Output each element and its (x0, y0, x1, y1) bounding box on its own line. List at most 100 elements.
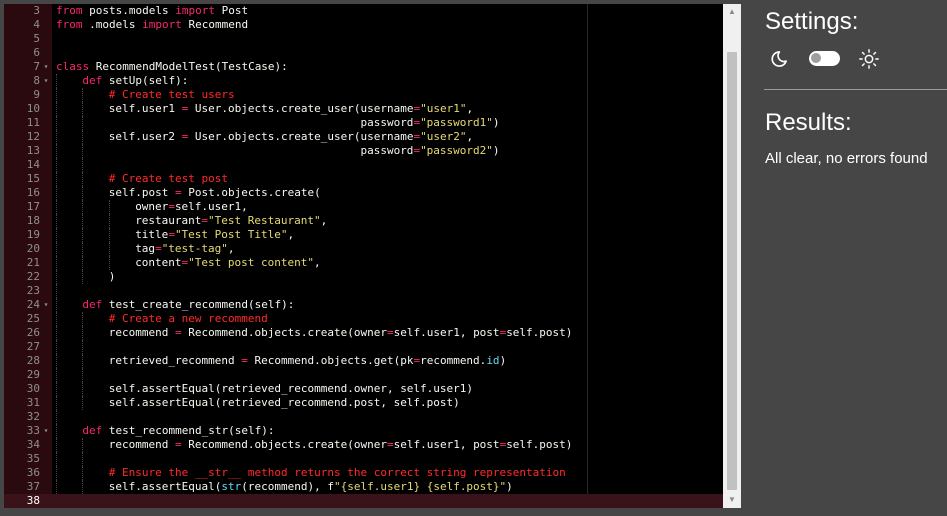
code-line[interactable]: 29 (4, 368, 723, 382)
indent-guide (82, 88, 84, 102)
indent-guide (82, 368, 84, 382)
code-text: recommend = Recommend.objects.create(own… (109, 438, 573, 452)
code-line[interactable]: 21 content="Test post content", (4, 256, 723, 270)
code-line[interactable]: 20 tag="test-tag", (4, 242, 723, 256)
indent-guide (56, 298, 57, 312)
indent-guide (108, 256, 110, 270)
code-line[interactable]: 9 # Create test users (4, 88, 723, 102)
code-line[interactable]: 11 password="password1") (4, 116, 723, 130)
indent-guide (82, 228, 84, 242)
line-number: 18 (26, 214, 40, 227)
code-text: self.user2 = User.objects.create_user(us… (109, 130, 473, 144)
toggle-knob (811, 53, 821, 63)
code-token: self.user1, post (393, 438, 500, 451)
code-token: "Test post content" (188, 256, 315, 269)
fold-arrow-icon[interactable]: ▾ (42, 60, 50, 74)
scroll-thumb[interactable] (727, 52, 737, 490)
code-token: def (82, 298, 103, 311)
code-line[interactable]: 35 (4, 452, 723, 466)
indent-guide (56, 410, 57, 424)
code-line[interactable]: 4 from .models import Recommend (4, 18, 723, 32)
code-editor[interactable]: 3 from posts.models import Post 4 from .mod… (4, 4, 723, 508)
code-line[interactable]: 28 retrieved_recommend = Recommend.object… (4, 354, 723, 368)
indent-guide (82, 326, 84, 340)
line-number: 33 (26, 424, 40, 437)
code-line[interactable]: 14 (4, 158, 723, 172)
code-line[interactable]: 8 ▾ def setUp(self): (4, 74, 723, 88)
line-number: 23 (26, 284, 40, 297)
indent-guide (56, 466, 57, 480)
code-token: ) (108, 270, 116, 283)
indent-guide (56, 284, 57, 298)
scroll-up-arrow-icon[interactable]: ▲ (723, 4, 741, 20)
code-line[interactable]: 36 # Ensure the __str__ method returns th… (4, 466, 723, 480)
code-line[interactable]: 26 recommend = Recommend.objects.create(o… (4, 326, 723, 340)
code-token: Recommend.objects.create(owner (181, 326, 387, 339)
line-number: 35 (26, 452, 40, 465)
code-line[interactable]: 18 restaurant="Test Restaurant", (4, 214, 723, 228)
code-text: content="Test post content", (135, 256, 320, 270)
code-line[interactable]: 5 (4, 32, 723, 46)
code-line[interactable]: 10 self.user1 = User.objects.create_user(… (4, 102, 723, 116)
line-number: 26 (26, 326, 40, 339)
indent-guide (82, 144, 84, 158)
code-token: recommend (108, 438, 176, 451)
line-number: 17 (26, 200, 40, 213)
line-number: 19 (26, 228, 40, 241)
code-line[interactable]: 30 self.assertEqual(retrieved_recommend.o… (4, 382, 723, 396)
code-token: ) (499, 354, 507, 367)
line-number: 29 (26, 368, 40, 381)
code-line[interactable]: 15 # Create test post (4, 172, 723, 186)
code-line[interactable]: 19 title="Test Post Title", (4, 228, 723, 242)
code-line[interactable]: 33 ▾ def test_recommend_str(self): (4, 424, 723, 438)
code-line[interactable]: 12 self.user2 = User.objects.create_user(… (4, 130, 723, 144)
code-line[interactable]: 6 (4, 46, 723, 60)
indent-guide (108, 214, 110, 228)
code-token: "test-tag" (161, 242, 228, 255)
code-line[interactable]: 37 self.assertEqual(str(recommend), f"{se… (4, 480, 723, 494)
fold-arrow-icon[interactable]: ▾ (42, 74, 50, 88)
results-heading: Results: (765, 109, 852, 136)
indent-guide (56, 242, 57, 256)
indent-guide (56, 382, 57, 396)
code-line[interactable]: 17 owner=self.user1, (4, 200, 723, 214)
code-line[interactable]: 27 (4, 340, 723, 354)
indent-guide (56, 116, 57, 130)
code-token: self.user2 (108, 130, 182, 143)
indent-guide (82, 452, 84, 466)
scroll-down-arrow-icon[interactable]: ▼ (723, 492, 741, 508)
code-token: = (155, 242, 162, 255)
line-number: 11 (26, 116, 40, 129)
code-line[interactable]: 34 recommend = Recommend.objects.create(o… (4, 438, 723, 452)
code-text: class RecommendModelTest(TestCase): (56, 60, 288, 74)
indent-guide (56, 340, 57, 354)
code-token: class (56, 60, 90, 73)
indent-guide (108, 242, 110, 256)
code-token: posts.models (82, 4, 176, 17)
indent-guide (56, 88, 57, 102)
editor-scrollbar[interactable]: ▲ ▼ (723, 4, 741, 508)
code-line[interactable]: 31 self.assertEqual(retrieved_recommend.p… (4, 396, 723, 410)
fold-arrow-icon[interactable]: ▾ (42, 298, 50, 312)
code-line[interactable]: 24 ▾ def test_create_recommend(self): (4, 298, 723, 312)
results-message: All clear, no errors found (765, 150, 928, 167)
indent-guide (56, 214, 57, 228)
code-line[interactable]: 3 from posts.models import Post (4, 4, 723, 18)
code-line[interactable]: 22) (4, 270, 723, 284)
code-line[interactable]: 32 (4, 410, 723, 424)
code-line[interactable]: 38 (4, 494, 723, 508)
code-token: Recommend.objects.create(owner (181, 438, 387, 451)
code-token: , (314, 256, 321, 269)
code-line[interactable]: 13 password="password2") (4, 144, 723, 158)
theme-toggle[interactable] (809, 51, 840, 66)
indent-guide (56, 200, 57, 214)
sun-icon (859, 49, 879, 69)
code-line[interactable]: 23 (4, 284, 723, 298)
code-token: # Create a new recommend (108, 312, 268, 325)
code-line[interactable]: 16 self.post = Post.objects.create( (4, 186, 723, 200)
fold-arrow-icon[interactable]: ▾ (42, 424, 50, 438)
code-line[interactable]: 7 ▾ class RecommendModelTest(TestCase): (4, 60, 723, 74)
code-text: # Ensure the __str__ method returns the … (109, 466, 566, 480)
code-line[interactable]: 25 # Create a new recommend (4, 312, 723, 326)
line-number: 27 (26, 340, 40, 353)
